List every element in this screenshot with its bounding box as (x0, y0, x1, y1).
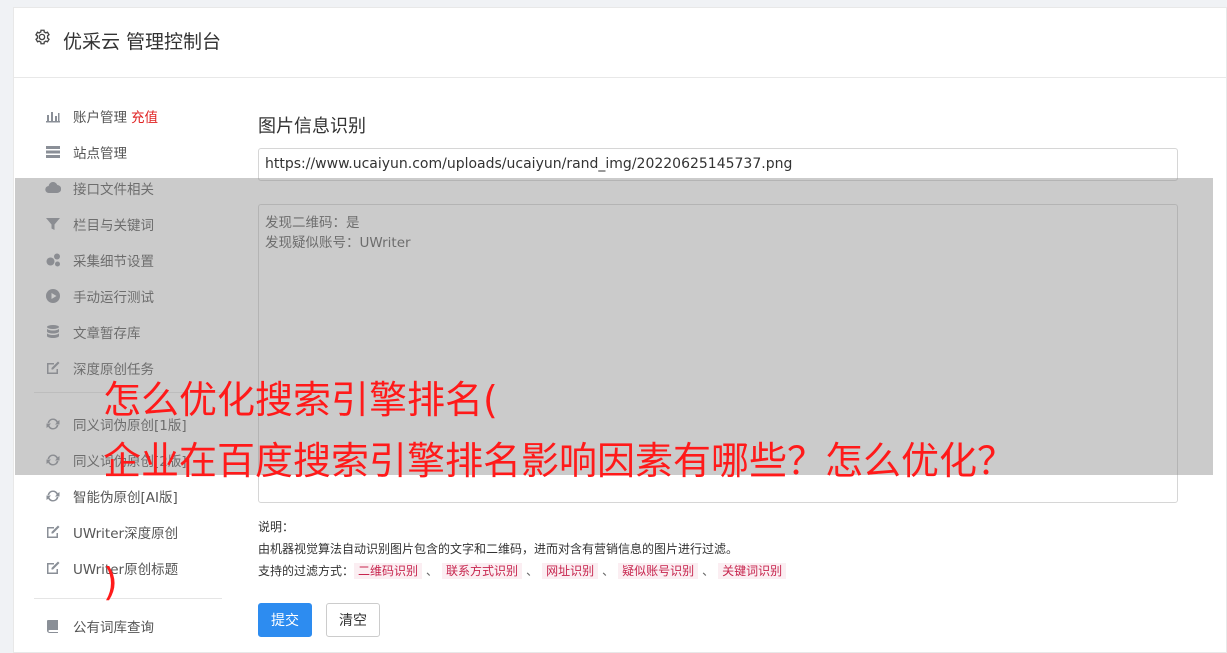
sidebar-divider (34, 598, 222, 599)
page-title: 优采云 管理控制台 (63, 31, 222, 53)
sidebar-item-label: 智能伪原创[AI版] (73, 490, 178, 506)
clear-button[interactable]: 清空 (326, 603, 380, 637)
tag-separator: 、 (426, 564, 439, 578)
server-icon (44, 144, 62, 160)
filter-label: 支持的过滤方式： (258, 564, 355, 578)
overlay-headline-line2: 企业在百度搜索引擎排名影响因素有哪些？怎么优化？ (103, 439, 1016, 483)
sidebar-item-label: 站点管理 (73, 146, 127, 162)
section-title: 图片信息识别 (258, 116, 366, 137)
notes: 说明： 由机器视觉算法自动识别图片包含的文字和二维码，进而对含有营销信息的图片进… (258, 516, 787, 582)
page-header: 优采云 管理控制台 (14, 8, 1226, 78)
notes-label: 说明： (258, 520, 295, 534)
filter-methods: 支持的过滤方式： 二维码识别、联系方式识别、网址识别、疑似账号识别、关键词识别 (258, 560, 787, 582)
sidebar-item-public-lexicon[interactable]: 公有词库查询 (44, 612, 154, 640)
book-icon (44, 618, 62, 634)
filter-tag: 二维码识别 (354, 563, 423, 579)
notes-text: 由机器视觉算法自动识别图片包含的文字和二维码，进而对含有营销信息的图片进行过滤。 (258, 542, 739, 556)
overlay-headline-line3: ) (103, 560, 118, 604)
refresh-icon (44, 488, 62, 504)
edit-icon (44, 560, 62, 576)
sidebar-item-sites[interactable]: 站点管理 (44, 138, 127, 166)
tag-separator: 、 (526, 564, 539, 578)
filter-tag: 疑似账号识别 (618, 563, 699, 579)
tag-separator: 、 (602, 564, 615, 578)
filter-tag: 关键词识别 (718, 563, 787, 579)
sidebar-item-label: 公有词库查询 (73, 620, 154, 636)
sidebar-item-account[interactable]: 账户管理 充值 (44, 102, 158, 130)
sidebar-item-label: 账户管理 (73, 110, 127, 126)
sidebar-item-uwriter-deep[interactable]: UWriter深度原创 (44, 518, 178, 546)
watermark-overlay (15, 178, 1213, 475)
filter-tag: 联系方式识别 (442, 563, 523, 579)
submit-button[interactable]: 提交 (258, 603, 312, 637)
tag-separator: 、 (702, 564, 715, 578)
sidebar-item-label: UWriter原创标题 (73, 562, 179, 578)
image-url-input[interactable]: https://www.ucaiyun.com/uploads/ucaiyun/… (258, 148, 1178, 181)
recharge-link[interactable]: 充值 (131, 106, 158, 126)
bar-chart-icon (44, 108, 62, 124)
edit-icon (44, 524, 62, 540)
sidebar-item-label: UWriter深度原创 (73, 526, 179, 542)
sidebar-item-ai-rewrite[interactable]: 智能伪原创[AI版] (44, 482, 178, 510)
overlay-headline-line1: 怎么优化搜索引擎排名( (103, 378, 498, 422)
filter-tag: 网址识别 (542, 563, 599, 579)
gear-icon (33, 28, 51, 46)
